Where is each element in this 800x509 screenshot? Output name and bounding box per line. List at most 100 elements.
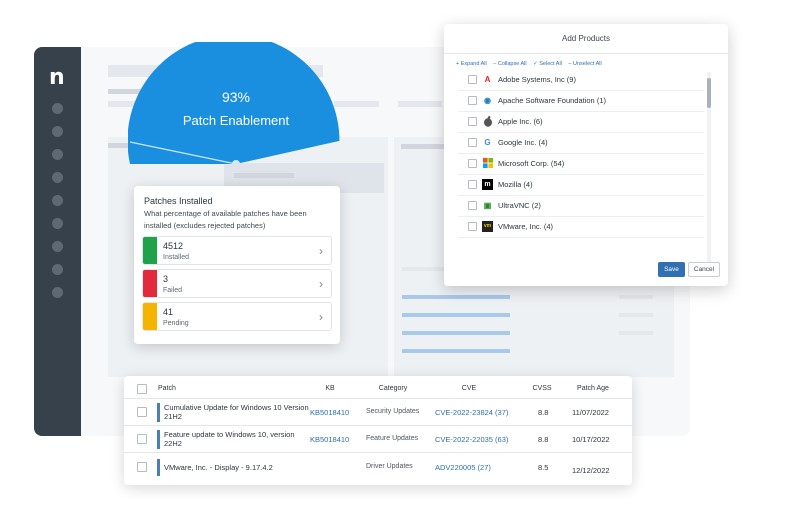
- nav-dot-6[interactable]: [52, 218, 63, 229]
- stat-installed[interactable]: 4512 Installed ›: [142, 236, 332, 265]
- column-header-patch[interactable]: Patch: [158, 385, 176, 392]
- product-checkbox[interactable]: [468, 138, 477, 147]
- card-title: Patches Installed: [144, 196, 213, 206]
- product-row[interactable]: m Mozilla (4): [458, 175, 704, 196]
- product-row[interactable]: Apple Inc. (6): [458, 112, 704, 133]
- nav-dot-8[interactable]: [52, 264, 63, 275]
- column-header-cvss[interactable]: CVSS: [522, 385, 562, 392]
- stat-failed[interactable]: 3 Failed ›: [142, 269, 332, 298]
- patches-installed-card: Patches Installed What percentage of ava…: [134, 186, 340, 344]
- column-header-category[interactable]: Category: [360, 385, 426, 392]
- nav-dot-3[interactable]: [52, 149, 63, 160]
- nav-dot-1[interactable]: [52, 103, 63, 114]
- kb-link[interactable]: KB5018410: [310, 408, 349, 417]
- row-checkbox[interactable]: [137, 462, 147, 472]
- cvss-cell: 8.8: [538, 408, 549, 417]
- app-logo[interactable]: n: [49, 65, 65, 90]
- stat-count: 4512: [163, 241, 184, 251]
- tree-actions: + Expand All – Collapse All ✓ Select All…: [456, 61, 607, 67]
- product-name: Adobe Systems, Inc (9): [498, 75, 576, 84]
- apache-icon: ◉: [484, 96, 491, 105]
- placeholder-bar: [398, 101, 442, 107]
- placeholder-bar: [402, 331, 510, 335]
- mozilla-icon: m: [482, 179, 493, 190]
- product-checkbox[interactable]: [468, 159, 477, 168]
- product-row[interactable]: A Adobe Systems, Inc (9): [458, 70, 704, 91]
- nav-dot-2[interactable]: [52, 126, 63, 137]
- column-header-kb[interactable]: KB: [310, 385, 350, 392]
- scrollbar-thumb[interactable]: [707, 78, 711, 108]
- column-header-cve[interactable]: CVE: [434, 385, 504, 392]
- patch-name: VMware, Inc. - Display - 9.17.4.2: [164, 463, 273, 472]
- product-checkbox[interactable]: [468, 222, 477, 231]
- placeholder-bar: [402, 313, 510, 317]
- add-products-dialog: Add Products + Expand All – Collapse All…: [444, 24, 728, 286]
- table-row[interactable]: Feature update to Windows 10, version 22…: [124, 425, 632, 452]
- sidebar-rail: n: [34, 47, 81, 436]
- collapse-all-link[interactable]: – Collapse All: [493, 61, 526, 67]
- stat-pending[interactable]: 41 Pending ›: [142, 302, 332, 331]
- product-name: Apache Software Foundation (1): [498, 96, 606, 105]
- nav-dot-9[interactable]: [52, 287, 63, 298]
- chevron-right-icon: ›: [319, 310, 323, 324]
- product-checkbox[interactable]: [468, 201, 477, 210]
- cve-link[interactable]: ADV220005 (27): [435, 463, 491, 472]
- patch-name: Feature update to Windows 10, version 22…: [164, 430, 295, 448]
- patch-table: Patch KB Category CVE CVSS Patch Age Cum…: [124, 376, 632, 485]
- product-checkbox[interactable]: [468, 180, 477, 189]
- product-row[interactable]: vm VMware, Inc. (4): [458, 217, 704, 238]
- status-color-bar: [143, 303, 157, 330]
- chevron-right-icon: ›: [319, 244, 323, 258]
- product-row[interactable]: ▣ UltraVNC (2): [458, 196, 704, 217]
- patch-age-cell: 11/07/2022: [572, 408, 609, 417]
- vmware-icon: vm: [482, 221, 493, 232]
- divider: [444, 53, 728, 54]
- stat-count: 3: [163, 274, 169, 284]
- save-button[interactable]: Save: [658, 262, 685, 277]
- status-color-bar: [143, 237, 157, 264]
- cvss-cell: 8.8: [538, 435, 549, 444]
- stage: n 93% Patch Enablement Patches Installed…: [0, 0, 800, 509]
- product-row[interactable]: ◉ Apache Software Foundation (1): [458, 91, 704, 112]
- placeholder-bar: [619, 331, 653, 335]
- placeholder-bar: [619, 295, 653, 299]
- nav-dot-4[interactable]: [52, 172, 63, 183]
- apple-icon: [482, 116, 493, 127]
- gauge-label: Patch Enablement: [182, 113, 290, 128]
- table-row[interactable]: VMware, Inc. - Display - 9.17.4.2 Driver…: [124, 452, 632, 479]
- unselect-all-link[interactable]: – Unselect All: [568, 61, 601, 67]
- dialog-title: Add Products: [561, 34, 611, 43]
- row-checkbox[interactable]: [137, 434, 147, 444]
- kb-link[interactable]: KB5018410: [310, 435, 349, 444]
- stat-count: 41: [163, 307, 174, 317]
- product-row[interactable]: Microsoft Corp. (54): [458, 154, 704, 175]
- product-checkbox[interactable]: [468, 96, 477, 105]
- cve-link[interactable]: CVE-2022-23824 (37): [435, 408, 508, 417]
- nav-dot-5[interactable]: [52, 195, 63, 206]
- expand-all-link[interactable]: + Expand All: [456, 61, 487, 67]
- row-checkbox[interactable]: [137, 407, 147, 417]
- table-row[interactable]: Cumulative Update for Windows 10 Version…: [124, 398, 632, 425]
- cve-link[interactable]: CVE-2022-22035 (63): [435, 435, 508, 444]
- column-header-patch-age[interactable]: Patch Age: [566, 385, 620, 392]
- cancel-button[interactable]: Cancel: [688, 262, 720, 277]
- select-all-checkbox[interactable]: [137, 384, 147, 394]
- stat-label: Installed: [163, 254, 190, 261]
- product-name: VMware, Inc. (4): [498, 222, 554, 231]
- gauge-percent: 93%: [221, 89, 251, 105]
- category-cell: Security Updates: [366, 408, 420, 415]
- nav-dot-7[interactable]: [52, 241, 63, 252]
- product-row[interactable]: G Google Inc. (4): [458, 133, 704, 154]
- placeholder-bar: [619, 313, 653, 317]
- product-checkbox[interactable]: [468, 117, 477, 126]
- product-checkbox[interactable]: [468, 75, 477, 84]
- select-all-link[interactable]: ✓ Select All: [533, 61, 562, 67]
- card-subtitle: What percentage of available patches hav…: [144, 209, 307, 230]
- product-name: Mozilla (4): [498, 180, 533, 189]
- google-icon: G: [484, 138, 491, 147]
- ultravnc-icon: ▣: [483, 201, 492, 210]
- cvss-cell: 8.5: [538, 463, 549, 472]
- row-accent-bar: [157, 403, 160, 422]
- placeholder-bar: [402, 349, 510, 353]
- product-name: Microsoft Corp. (54): [498, 159, 565, 168]
